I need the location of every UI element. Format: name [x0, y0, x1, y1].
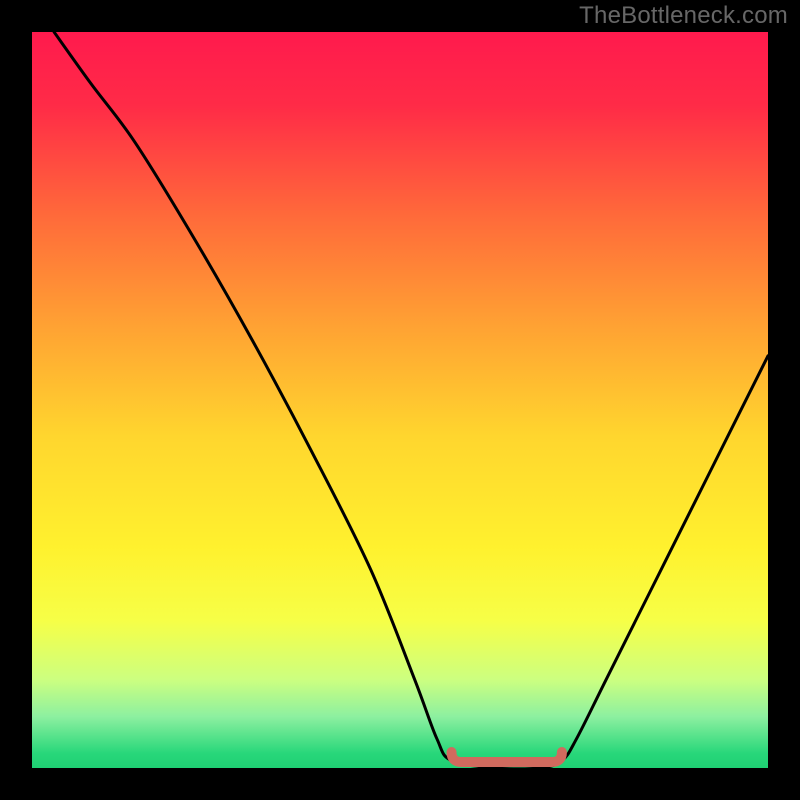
- watermark-label: TheBottleneck.com: [579, 2, 788, 30]
- chart-plot: [32, 32, 768, 768]
- chart-background: [32, 32, 768, 768]
- chart-frame: TheBottleneck.com: [0, 0, 800, 800]
